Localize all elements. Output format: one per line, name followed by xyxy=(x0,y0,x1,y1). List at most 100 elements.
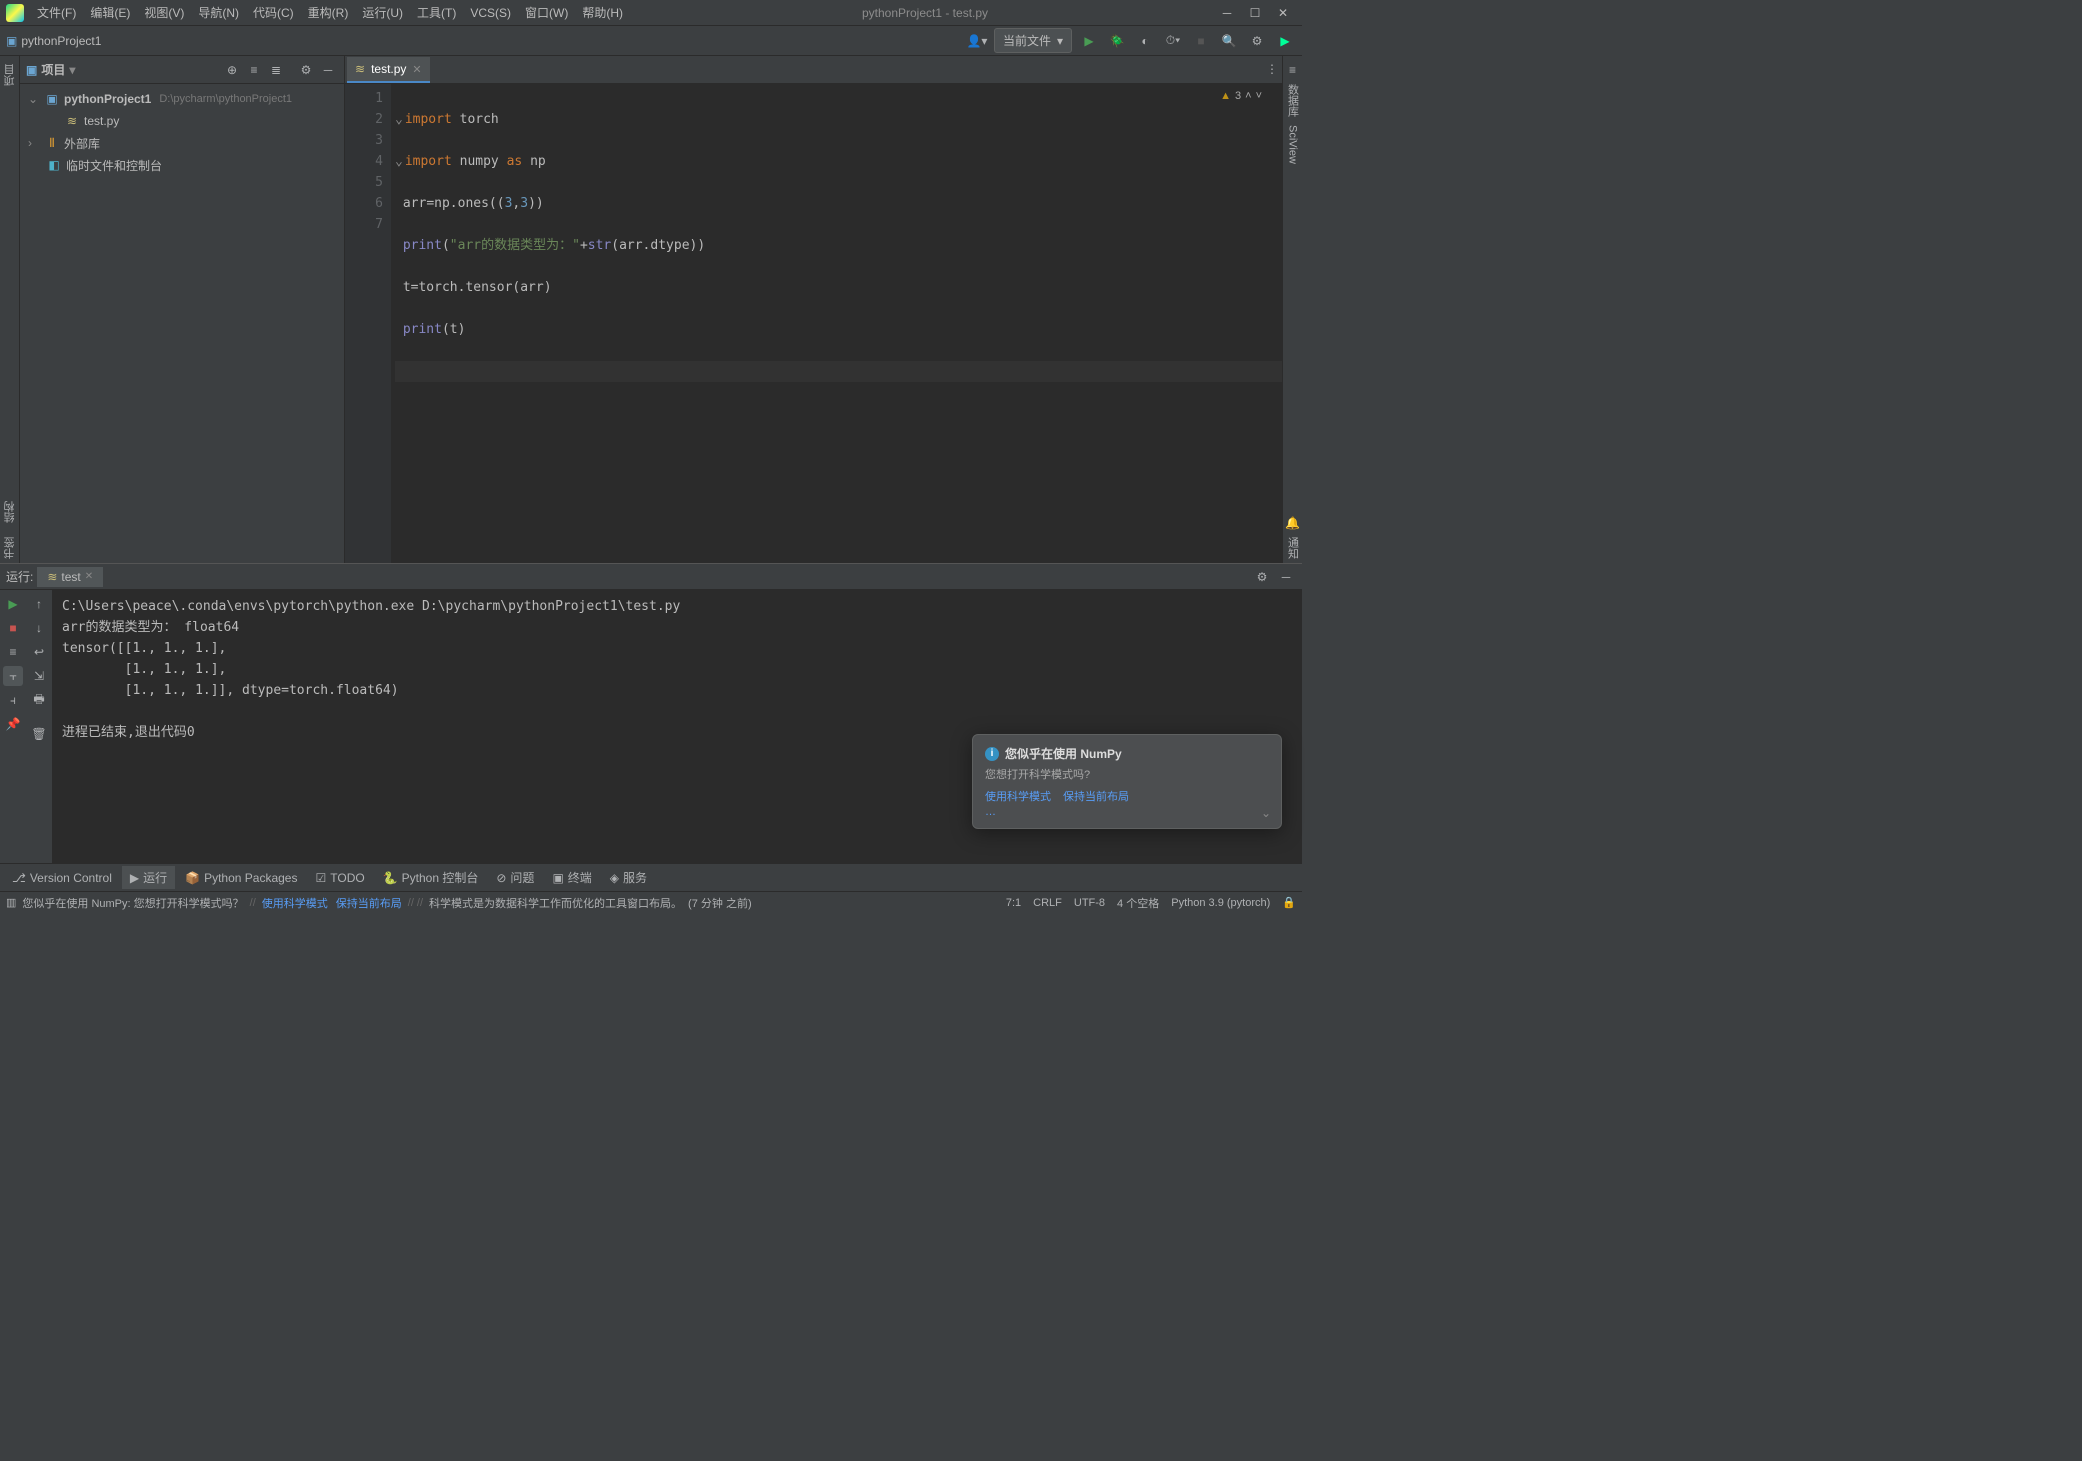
tool-database-tab[interactable]: 数据库 xyxy=(1283,80,1303,121)
menu-help[interactable]: 帮助(H) xyxy=(575,1,630,24)
popup-link-scientific[interactable]: 使用科学模式 xyxy=(985,788,1051,804)
popup-link-more[interactable]: … xyxy=(985,806,996,818)
menu-window[interactable]: 窗口(W) xyxy=(518,1,575,24)
layout-icon[interactable]: ⫟ xyxy=(3,666,23,686)
status-bar: ▥ 您似乎在使用 NumPy: 您想打开科学模式吗？ // 使用科学模式 保持当… xyxy=(0,891,1302,913)
database-tool-icon[interactable]: ≡ xyxy=(1283,60,1303,80)
bb-problems[interactable]: ⊘ 问题 xyxy=(488,866,542,889)
run-tools-col1: ▶ ■ ≡ ⫟ ⫞ 📌 xyxy=(0,590,26,863)
menu-code[interactable]: 代码(C) xyxy=(246,1,301,24)
menu-navigate[interactable]: 导航(N) xyxy=(191,1,246,24)
menu-tools[interactable]: 工具(T) xyxy=(410,1,463,24)
bb-run[interactable]: ▶ 运行 xyxy=(122,866,175,889)
bb-version-control[interactable]: ⎇ Version Control xyxy=(4,868,120,888)
bb-terminal[interactable]: ▣ 终端 xyxy=(544,866,599,889)
menu-refactor[interactable]: 重构(R) xyxy=(301,1,356,24)
stop-icon[interactable]: ■ xyxy=(3,618,23,638)
menu-edit[interactable]: 编辑(E) xyxy=(83,1,137,24)
bb-python-packages[interactable]: 📦 Python Packages xyxy=(177,868,305,888)
status-hint-icon[interactable]: ▥ xyxy=(6,896,16,909)
chevron-up-icon[interactable]: ˄ xyxy=(1245,90,1251,102)
code-content[interactable]: ⌄import torch ⌄import numpy as np arr=np… xyxy=(391,84,1282,563)
expand-icon[interactable]: ≡ xyxy=(244,60,264,80)
hide-icon[interactable]: ─ xyxy=(318,60,338,80)
wrap-icon[interactable]: ↩ xyxy=(29,642,49,662)
run-label: 运行: xyxy=(6,568,33,585)
menu-view[interactable]: 视图(V) xyxy=(137,1,191,24)
bb-todo[interactable]: ☑ TODO xyxy=(307,868,372,888)
window-title: pythonProject1 - test.py xyxy=(630,6,1220,20)
stop-icon[interactable]: ■ xyxy=(1190,30,1212,52)
tree-root-name: pythonProject1 xyxy=(64,92,151,106)
profile-icon[interactable]: ⏱▾ xyxy=(1162,30,1184,52)
code-with-me-icon[interactable]: ▶ xyxy=(1274,30,1296,52)
trash-icon[interactable]: 🗑 xyxy=(29,724,49,744)
run-tools-col2: ↑ ↓ ↩ ⇲ 🖶 🗑 xyxy=(26,590,52,863)
tool-project-tab[interactable]: 项目 xyxy=(0,60,20,90)
status-link-scientific[interactable]: 使用科学模式 xyxy=(262,895,328,911)
tool-notifications-tab[interactable]: 通知 xyxy=(1283,533,1303,563)
debug-button-icon[interactable]: 🪲 xyxy=(1106,30,1128,52)
chevron-right-icon[interactable]: › xyxy=(28,136,40,150)
python-file-icon: ≋ xyxy=(355,62,365,76)
library-icon: ⫴ xyxy=(44,136,60,151)
tree-root[interactable]: ⌄ ▣ pythonProject1 D:\pycharm\pythonProj… xyxy=(20,88,344,110)
editor-tab-testpy[interactable]: ≋ test.py ✕ xyxy=(347,57,430,83)
status-indent[interactable]: 4 个空格 xyxy=(1117,895,1159,911)
notifications-icon[interactable]: 🔔 xyxy=(1283,513,1303,533)
up-icon[interactable]: ↑ xyxy=(29,594,49,614)
tree-file-testpy[interactable]: ≋ test.py xyxy=(20,110,344,132)
run-button-icon[interactable]: ▶ xyxy=(1078,30,1100,52)
code-editor[interactable]: 1 2 3 4 5 6 7 ⌄import torch ⌄import nump… xyxy=(345,84,1282,563)
tree-scratches[interactable]: ◧ 临时文件和控制台 xyxy=(20,154,344,176)
coverage-icon[interactable]: ◐ xyxy=(1134,30,1156,52)
locate-icon[interactable]: ⊕ xyxy=(222,60,242,80)
down-icon[interactable]: ↓ xyxy=(29,618,49,638)
menu-run[interactable]: 运行(U) xyxy=(355,1,410,24)
scroll-icon[interactable]: ⇲ xyxy=(29,666,49,686)
breadcrumb[interactable]: pythonProject1 xyxy=(21,34,101,48)
tool-bookmarks-tab[interactable]: 书签 xyxy=(0,533,20,563)
menu-file[interactable]: 文件(F) xyxy=(30,1,83,24)
chevron-down-icon[interactable]: ˅ xyxy=(1256,90,1262,102)
tool-structure-tab[interactable]: 结构 xyxy=(0,497,20,527)
settings-icon[interactable]: ⚙ xyxy=(1246,30,1268,52)
chevron-down-icon[interactable]: ▾ xyxy=(69,63,75,77)
rerun-icon[interactable]: ▶ xyxy=(3,594,23,614)
window-close-icon[interactable]: ✕ xyxy=(1276,6,1290,20)
pin-icon[interactable]: 📌 xyxy=(3,714,23,734)
lock-icon[interactable]: 🔒 xyxy=(1282,896,1296,909)
window-minimize-icon[interactable]: ─ xyxy=(1220,6,1234,20)
status-caret-pos[interactable]: 7:1 xyxy=(1006,897,1021,909)
stepover-icon[interactable]: ≡ xyxy=(3,642,23,662)
menu-vcs[interactable]: VCS(S) xyxy=(463,3,518,23)
status-line-sep[interactable]: CRLF xyxy=(1033,897,1062,909)
status-interpreter[interactable]: Python 3.9 (pytorch) xyxy=(1171,897,1270,909)
problems-badge[interactable]: ▲ 3 ˄ ˅ xyxy=(1220,90,1262,102)
print-icon[interactable]: 🖶 xyxy=(29,690,49,710)
hide-icon[interactable]: ─ xyxy=(1276,567,1296,587)
window-maximize-icon[interactable]: ☐ xyxy=(1248,6,1262,20)
tree-external-libs[interactable]: › ⫴ 外部库 xyxy=(20,132,344,154)
bb-services[interactable]: ◈ 服务 xyxy=(602,866,655,889)
project-tree[interactable]: ⌄ ▣ pythonProject1 D:\pycharm\pythonProj… xyxy=(20,84,344,563)
popup-body: 您想打开科学模式吗? xyxy=(985,766,1269,782)
collapse-icon[interactable]: ≣ xyxy=(266,60,286,80)
run-tab-test[interactable]: ≋ test ✕ xyxy=(37,567,103,587)
close-icon[interactable]: ✕ xyxy=(85,571,93,582)
search-everywhere-icon[interactable]: 🔍 xyxy=(1218,30,1240,52)
chevron-down-icon[interactable]: ⌄ xyxy=(1261,806,1271,820)
tool-sciview-tab[interactable]: SciView xyxy=(1285,121,1301,168)
layout2-icon[interactable]: ⫞ xyxy=(3,690,23,710)
gear-icon[interactable]: ⚙ xyxy=(296,60,316,80)
more-icon[interactable]: ⋮ xyxy=(1266,62,1278,76)
status-link-keep[interactable]: 保持当前布局 xyxy=(336,895,402,911)
run-config-selector[interactable]: 当前文件 ▾ xyxy=(994,28,1072,53)
popup-link-keep[interactable]: 保持当前布局 xyxy=(1063,788,1129,804)
status-encoding[interactable]: UTF-8 xyxy=(1074,897,1105,909)
close-icon[interactable]: ✕ xyxy=(412,63,421,76)
bb-python-console[interactable]: 🐍 Python 控制台 xyxy=(375,866,487,889)
user-icon[interactable]: 👤▾ xyxy=(966,30,988,52)
gear-icon[interactable]: ⚙ xyxy=(1252,567,1272,587)
chevron-down-icon[interactable]: ⌄ xyxy=(28,92,40,106)
